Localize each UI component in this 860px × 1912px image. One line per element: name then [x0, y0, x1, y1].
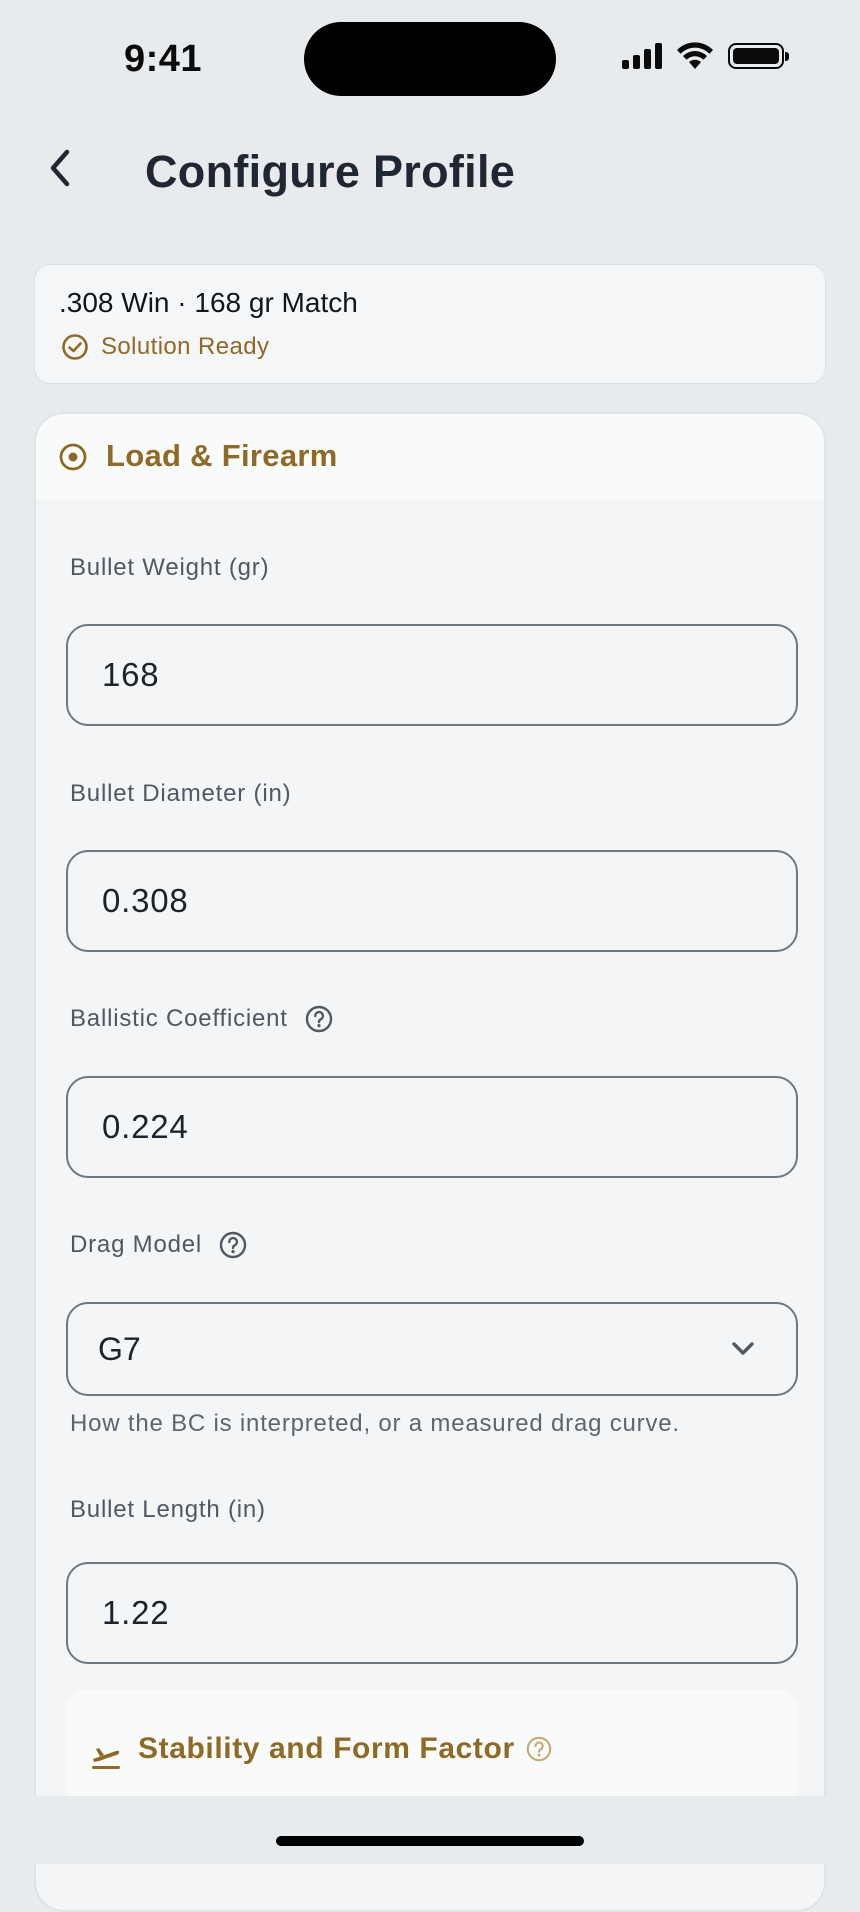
bullet-diameter-label-text: Bullet Diameter (in): [70, 780, 292, 807]
battery-icon: [728, 43, 789, 69]
load-firearm-section: Load & Firearm Bullet Weight (gr) 168 Bu…: [34, 412, 826, 1912]
status-bar: 9:41: [0, 0, 860, 115]
chevron-left-icon: [50, 149, 70, 187]
stability-title: Stability and Form Factor: [138, 1732, 553, 1766]
section-title: Load & Firearm: [106, 438, 338, 473]
profile-name: .308 Win · 168 gr Match: [59, 287, 358, 318]
home-indicator[interactable]: [276, 1836, 584, 1846]
chevron-down-icon: [732, 1342, 754, 1355]
wifi-icon: [677, 42, 713, 69]
help-circle-icon[interactable]: [304, 1004, 334, 1034]
bullet-length-input[interactable]: 1.22: [66, 1562, 798, 1664]
bullet-diameter-label: Bullet Diameter (in): [70, 780, 291, 808]
nav-header: Configure Profile: [0, 130, 860, 220]
drag-model-select[interactable]: G7: [66, 1302, 798, 1396]
takeoff-icon: [92, 1748, 120, 1769]
status-time: 9:41: [124, 38, 203, 80]
target-icon: [59, 443, 87, 471]
profile-summary-card: .308 Win · 168 gr Match Solution Ready: [34, 264, 826, 384]
profile-status: Solution Ready: [61, 333, 269, 361]
bullet-weight-label-text: Bullet Weight (gr): [70, 554, 270, 581]
drag-model-helper: How the BC is interpreted, or a measured…: [70, 1410, 680, 1437]
ballistic-coefficient-label-text: Ballistic Coefficient: [70, 1005, 288, 1032]
drag-model-label: Drag Model: [70, 1230, 248, 1260]
section-header[interactable]: Load & Firearm: [36, 414, 824, 500]
profile-status-label: Solution Ready: [101, 333, 270, 360]
page-title: Configure Profile: [145, 146, 516, 197]
bottom-bar: [0, 1796, 860, 1864]
check-circle-icon: [62, 334, 88, 360]
bullet-weight-input[interactable]: 168: [66, 624, 798, 726]
ballistic-coefficient-label: Ballistic Coefficient: [70, 1004, 334, 1034]
bullet-length-label: Bullet Length (in): [70, 1496, 266, 1524]
bullet-diameter-input[interactable]: 0.308: [66, 850, 798, 952]
bullet-weight-label: Bullet Weight (gr): [70, 554, 269, 582]
back-button[interactable]: [32, 140, 88, 196]
stability-title-text: Stability and Form Factor: [138, 1732, 515, 1765]
help-circle-icon[interactable]: [525, 1735, 553, 1763]
cellular-signal-icon: [622, 43, 662, 69]
bullet-length-label-text: Bullet Length (in): [70, 1496, 266, 1523]
ballistic-coefficient-input[interactable]: 0.224: [66, 1076, 798, 1178]
drag-model-value: G7: [98, 1330, 141, 1367]
status-icons: [622, 42, 789, 70]
help-circle-icon[interactable]: [218, 1230, 248, 1260]
dynamic-island: [304, 22, 556, 96]
drag-model-label-text: Drag Model: [70, 1231, 203, 1258]
